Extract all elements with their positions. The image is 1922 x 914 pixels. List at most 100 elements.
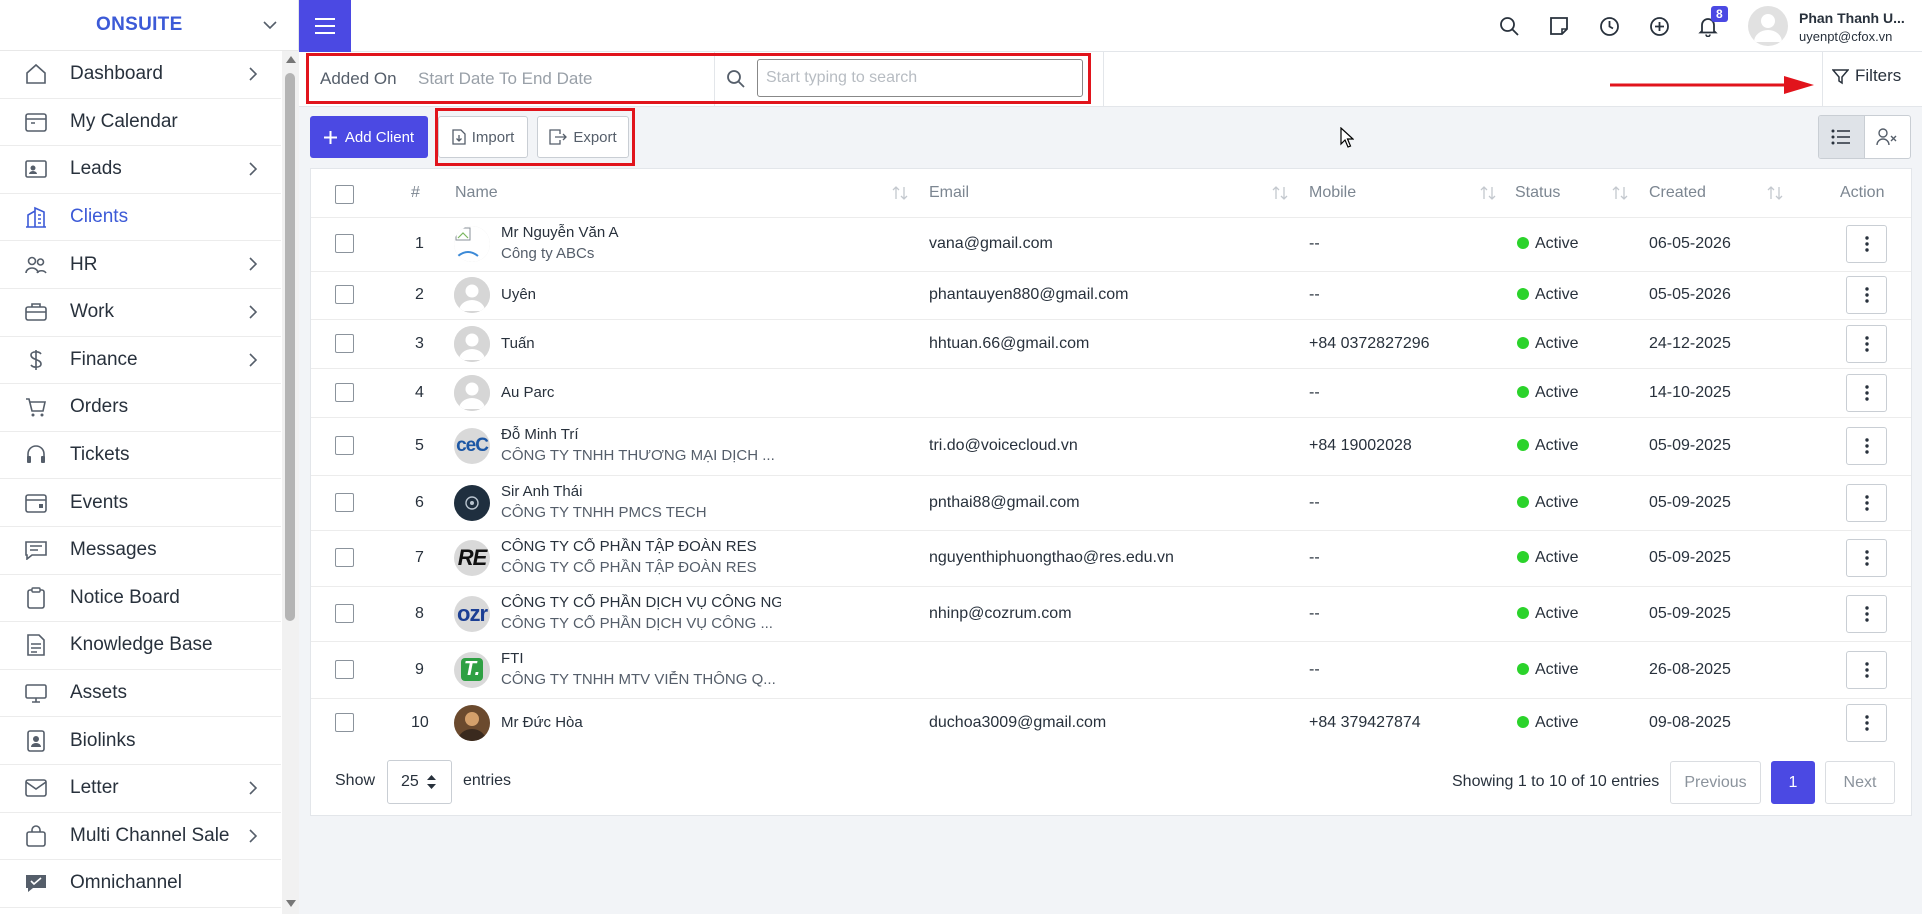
- sidebar-scrollbar[interactable]: [282, 51, 299, 914]
- sidebar-item-tickets[interactable]: Tickets: [0, 432, 281, 480]
- client-avatar[interactable]: [454, 226, 490, 262]
- row-checkbox[interactable]: [335, 492, 354, 512]
- column-header-status[interactable]: Status: [1515, 169, 1560, 217]
- search-input[interactable]: [757, 59, 1083, 97]
- sidebar-item-biolinks[interactable]: Biolinks: [0, 717, 281, 765]
- sidebar-item-knowledge-base[interactable]: Knowledge Base: [0, 622, 281, 670]
- row-action-menu-button[interactable]: [1846, 539, 1887, 577]
- clock-icon[interactable]: [1598, 15, 1620, 37]
- client-name-link[interactable]: Au Parc: [501, 384, 554, 401]
- client-avatar[interactable]: [454, 484, 490, 521]
- client-name-link[interactable]: FTI: [501, 650, 524, 667]
- row-checkbox[interactable]: [335, 712, 354, 732]
- row-checkbox[interactable]: [335, 603, 354, 623]
- client-name-link[interactable]: Sir Anh Thái: [501, 483, 582, 500]
- user-name[interactable]: Phan Thanh U...: [1799, 10, 1905, 26]
- client-name-link[interactable]: Mr Đức Hòa: [501, 714, 583, 731]
- client-avatar[interactable]: [454, 277, 490, 313]
- row-checkbox[interactable]: [335, 285, 354, 304]
- row-checkbox[interactable]: [335, 659, 354, 679]
- sort-icon[interactable]: [1766, 185, 1784, 201]
- row-action-menu-button[interactable]: [1846, 594, 1887, 633]
- user-avatar[interactable]: [1748, 6, 1788, 46]
- row-action-menu-button[interactable]: [1846, 225, 1887, 263]
- row-checkbox[interactable]: [335, 333, 354, 353]
- sidebar-item-leads[interactable]: Leads: [0, 146, 281, 194]
- sidebar-item-events[interactable]: Events: [0, 479, 281, 527]
- column-header-created[interactable]: Created: [1649, 169, 1706, 217]
- sort-icon[interactable]: [1611, 185, 1629, 201]
- client-name-link[interactable]: Tuấn: [501, 335, 535, 352]
- client-company: CÔNG TY TNHH THƯƠNG MẠI DỊCH ...: [501, 447, 775, 464]
- avatar-logo-text: ceC: [456, 435, 489, 456]
- column-header-name[interactable]: Name: [455, 169, 498, 217]
- import-button[interactable]: Import: [438, 116, 528, 158]
- row-checkbox[interactable]: [335, 436, 354, 455]
- add-client-button[interactable]: Add Client: [310, 116, 428, 158]
- sidebar-item-hr[interactable]: HR: [0, 241, 281, 289]
- sidebar-item-omnichannel[interactable]: Omnichannel: [0, 860, 281, 908]
- scroll-thumb[interactable]: [285, 73, 295, 621]
- row-action-menu-button[interactable]: [1846, 373, 1887, 412]
- select-all-checkbox[interactable]: [335, 185, 354, 204]
- row-action-menu-button[interactable]: [1846, 276, 1887, 314]
- sidebar-item-notice-board[interactable]: Notice Board: [0, 575, 281, 623]
- client-name-link[interactable]: CÔNG TY CỔ PHẦN DỊCH VỤ CÔNG NG: [501, 594, 781, 611]
- sidebar-item-multi-channel-sale[interactable]: Multi Channel Sale: [0, 813, 281, 861]
- client-avatar[interactable]: RE: [454, 540, 490, 576]
- sidebar-item-finance[interactable]: Finance: [0, 337, 281, 385]
- sort-icon[interactable]: [1271, 185, 1289, 201]
- column-header-email[interactable]: Email: [929, 169, 969, 217]
- client-name-link[interactable]: CÔNG TY CỔ PHẦN TẬP ĐOÀN RES: [501, 538, 757, 555]
- sidebar-item-letter[interactable]: Letter: [0, 765, 281, 813]
- client-avatar[interactable]: T.: [454, 651, 490, 688]
- row-checkbox[interactable]: [335, 382, 354, 402]
- page-1-button[interactable]: 1: [1771, 761, 1815, 804]
- date-range-picker[interactable]: Start Date To End Date: [418, 69, 593, 89]
- export-button[interactable]: Export: [537, 116, 629, 158]
- sidebar-item-my-calendar[interactable]: My Calendar: [0, 99, 281, 147]
- row-checkbox[interactable]: [335, 234, 354, 253]
- sidebar-item-messages[interactable]: Messages: [0, 527, 281, 575]
- sort-icon[interactable]: [1479, 185, 1497, 201]
- divider: [1822, 52, 1823, 107]
- sort-icon[interactable]: [891, 185, 909, 201]
- client-avatar[interactable]: ozr: [454, 595, 490, 632]
- sidebar-item-assets[interactable]: Assets: [0, 670, 281, 718]
- client-name-link[interactable]: Đỗ Minh Trí: [501, 426, 579, 443]
- client-avatar[interactable]: ceC: [454, 428, 490, 464]
- sidebar-item-work[interactable]: Work: [0, 289, 281, 337]
- hamburger-menu-button[interactable]: [299, 0, 351, 52]
- column-header-mobile[interactable]: Mobile: [1309, 169, 1356, 217]
- sticky-note-icon[interactable]: [1548, 15, 1570, 37]
- client-name-link[interactable]: Uyên: [501, 286, 536, 303]
- client-avatar[interactable]: [454, 325, 490, 362]
- row-action-menu-button[interactable]: [1846, 324, 1887, 363]
- row-action-menu-button[interactable]: [1846, 703, 1887, 742]
- filters-button[interactable]: Filters: [1832, 66, 1901, 86]
- list-view-button[interactable]: [1819, 116, 1865, 158]
- client-avatar[interactable]: [454, 374, 490, 411]
- add-circle-icon[interactable]: [1648, 15, 1670, 37]
- sidebar-item-clients[interactable]: Clients: [0, 194, 281, 242]
- brand[interactable]: ONSUITE: [0, 0, 298, 51]
- page-length-select[interactable]: 25: [387, 760, 452, 804]
- client-avatar[interactable]: [454, 704, 490, 741]
- archived-clients-button[interactable]: [1865, 116, 1911, 158]
- row-checkbox[interactable]: [335, 548, 354, 567]
- client-status: Active: [1517, 494, 1579, 512]
- chevron-down-icon[interactable]: [261, 16, 279, 34]
- row-action-menu-button[interactable]: [1846, 483, 1887, 522]
- row-action-menu-button[interactable]: [1846, 650, 1887, 689]
- previous-page-button[interactable]: Previous: [1670, 761, 1761, 804]
- bag-icon: [22, 824, 50, 848]
- sidebar-item-orders[interactable]: Orders: [0, 384, 281, 432]
- scroll-down-arrow-icon[interactable]: [282, 900, 299, 912]
- scroll-up-arrow-icon[interactable]: [282, 55, 299, 67]
- next-page-button[interactable]: Next: [1825, 761, 1895, 804]
- sidebar-item-dashboard[interactable]: Dashboard: [0, 51, 281, 99]
- client-created-date: 26-08-2025: [1649, 660, 1731, 678]
- client-name-link[interactable]: Mr Nguyễn Văn A: [501, 224, 619, 241]
- search-icon[interactable]: [1498, 15, 1520, 37]
- row-action-menu-button[interactable]: [1846, 427, 1887, 465]
